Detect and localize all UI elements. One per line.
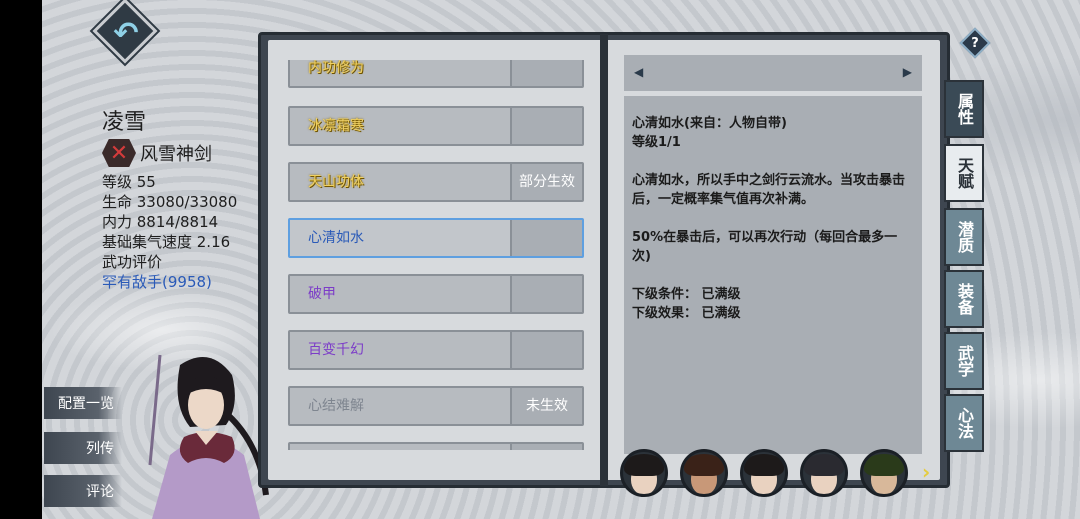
back-arrow-icon[interactable]: ↶ <box>103 10 149 56</box>
detail-nav-bar: ◀ ▶ <box>624 55 922 91</box>
skill-row[interactable]: 冰凛霜寒 <box>288 106 584 146</box>
party-avatar[interactable] <box>800 449 848 497</box>
skill-name: 百变千幻 <box>308 342 364 358</box>
skill-row[interactable]: 破甲 <box>288 274 584 314</box>
stat-hp: 生命 33080/33080 <box>102 193 238 211</box>
skill-status <box>510 60 582 86</box>
detail-source: 心清如水(来自：人物自带) <box>632 116 787 131</box>
skill-row[interactable]: 百变千幻 <box>288 330 584 370</box>
detail-level: 等级1/1 <box>632 135 681 150</box>
detail-next-effect: 下级效果： 已满级 <box>632 306 741 321</box>
skill-status <box>510 332 582 368</box>
party-avatar[interactable] <box>680 449 728 497</box>
character-portrait <box>148 354 269 519</box>
skill-detail-text: 心清如水(来自：人物自带) 等级1/1 心清如水，所以手中之剑行云流水。当攻击暴… <box>624 96 922 454</box>
tab-martial-arts[interactable]: 武学 <box>944 332 984 390</box>
skill-name: 心结难解 <box>308 398 364 414</box>
prev-arrow-icon[interactable]: ◀ <box>634 65 643 79</box>
stat-rating-value: 罕有敌手(9958) <box>102 273 212 291</box>
skill-status <box>510 220 582 256</box>
question-icon[interactable]: ? <box>964 32 986 54</box>
stat-mp: 内力 8814/8814 <box>102 213 219 231</box>
biography-button[interactable]: 列传 <box>44 432 122 464</box>
skill-name: 内功修为 <box>308 60 364 76</box>
character-name: 凌雪 <box>102 110 147 135</box>
party-avatar[interactable] <box>740 449 788 497</box>
skill-row[interactable]: 天山功体 部分生效 <box>288 162 584 202</box>
config-overview-button[interactable]: 配置一览 <box>44 387 122 419</box>
skill-status: 部分生效 <box>510 164 582 200</box>
crossed-swords-icon: ✕ <box>102 139 136 167</box>
skill-status <box>510 444 582 450</box>
stat-speed: 基础集气速度 2.16 <box>102 233 231 251</box>
left-black-bar <box>0 0 42 519</box>
next-arrow-icon[interactable]: ▶ <box>903 65 912 79</box>
skill-name: 破甲 <box>308 286 336 302</box>
stat-level: 等级 55 <box>102 173 156 191</box>
skill-status <box>510 276 582 312</box>
skill-status <box>510 108 582 144</box>
skill-row[interactable]: 心结难解 未生效 <box>288 386 584 426</box>
detail-description: 心清如水，所以手中之剑行云流水。当攻击暴击后，一定概率集气值再次补满。 <box>632 173 906 207</box>
tab-talents[interactable]: 天赋 <box>944 144 984 202</box>
skill-name: 心清如水 <box>308 230 364 246</box>
book-spine <box>600 34 608 486</box>
comment-button[interactable]: 评论 <box>44 475 122 507</box>
tab-attributes[interactable]: 属性 <box>944 80 984 138</box>
skill-name: 天山功体 <box>308 174 364 190</box>
tab-potential[interactable]: 潜质 <box>944 208 984 266</box>
next-avatars-icon[interactable]: › <box>922 460 930 484</box>
character-title: 风雪神剑 <box>140 144 212 165</box>
detail-next-condition: 下级条件： 已满级 <box>632 287 741 302</box>
character-stats: 等级 55 生命 33080/33080 内力 8814/8814 基础集气速度… <box>102 172 237 292</box>
tab-equipment[interactable]: 装备 <box>944 270 984 328</box>
skill-row-selected[interactable]: 心清如水 <box>288 218 584 258</box>
skill-list[interactable]: 内功修为 冰凛霜寒 天山功体 部分生效 心清如水 破甲 百变千幻 心结难解 未生… <box>288 60 586 450</box>
skill-row[interactable] <box>288 442 584 450</box>
detail-effect: 50%在暴击后，可以再次行动（每回合最多一次) <box>632 230 898 264</box>
character-title-row: ✕ 风雪神剑 <box>102 139 212 167</box>
stat-rating-label: 武功评价 <box>102 253 163 271</box>
skill-row[interactable]: 内功修为 <box>288 60 584 88</box>
party-avatar[interactable] <box>620 449 668 497</box>
skill-status: 未生效 <box>510 388 582 424</box>
tab-inner-arts[interactable]: 心法 <box>944 394 984 452</box>
party-avatar[interactable] <box>860 449 908 497</box>
skill-name: 冰凛霜寒 <box>308 118 364 134</box>
